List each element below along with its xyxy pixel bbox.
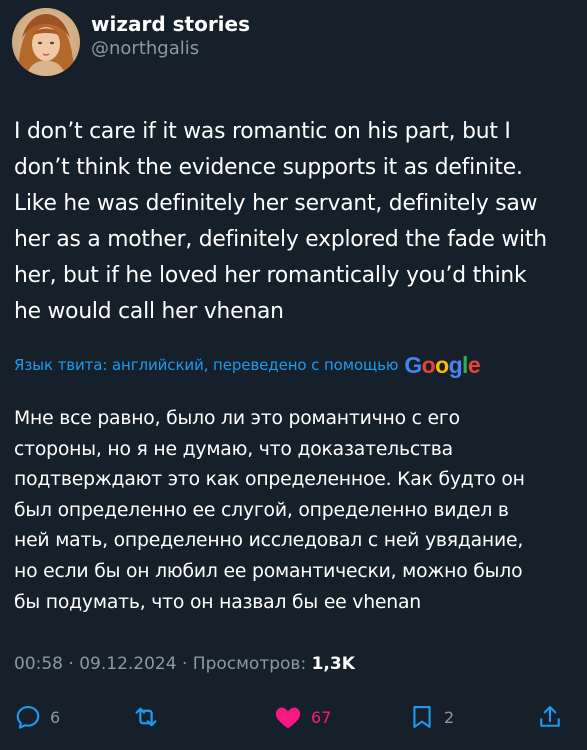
views-count[interactable]: 1,3K	[312, 654, 355, 674]
heart-icon	[275, 707, 301, 729]
tweet-header: wizard stories @northgalis	[12, 8, 250, 76]
retweet-button[interactable]	[131, 696, 161, 738]
translated-text: Мне все равно, было ли это романтично с …	[14, 408, 525, 613]
tweet-meta: 00:58 · 09.12.2024 · Просмотров: 1,3K	[14, 654, 355, 674]
bookmark-count: 2	[444, 707, 455, 727]
google-logo: Google	[404, 352, 481, 378]
action-bar: 6 67 2	[0, 696, 587, 738]
tweet-text: I don’t care if it was romantic on his p…	[14, 119, 547, 324]
tweet-date[interactable]: 09.12.2024	[79, 654, 176, 674]
like-button[interactable]: 67	[273, 696, 331, 738]
bookmark-button[interactable]: 2	[408, 696, 454, 738]
display-name[interactable]: wizard stories	[91, 11, 250, 37]
share-icon	[540, 706, 560, 727]
reply-icon	[16, 706, 40, 729]
bookmark-icon	[413, 706, 431, 728]
translation-note[interactable]: Язык твита: английский, переведено с пом…	[14, 352, 481, 378]
translation-note-label: Язык твита: английский, переведено с пом…	[14, 356, 399, 374]
avatar[interactable]	[12, 8, 80, 76]
like-count: 67	[311, 707, 332, 727]
views-label: Просмотров:	[192, 654, 307, 674]
tweet-time[interactable]: 00:58	[14, 654, 63, 674]
avatar-portrait-icon	[12, 8, 80, 76]
reply-count: 6	[50, 707, 61, 727]
reply-button[interactable]: 6	[14, 696, 60, 738]
share-button[interactable]	[536, 696, 564, 738]
meta-separator: ·	[181, 654, 188, 674]
meta-separator: ·	[68, 654, 74, 674]
user-handle[interactable]: @northgalis	[91, 37, 250, 61]
retweet-icon	[135, 707, 157, 727]
